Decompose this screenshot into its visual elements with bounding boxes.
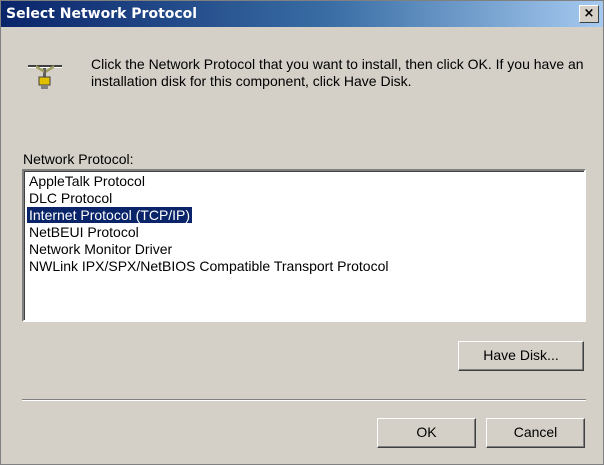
list-item[interactable]: Network Monitor Driver	[27, 241, 584, 258]
list-item-label: AppleTalk Protocol	[29, 173, 145, 189]
list-item-label: DLC Protocol	[29, 190, 113, 206]
select-network-protocol-dialog: Select Network Protocol × Click the Netw…	[0, 0, 604, 465]
list-item-label: Network Monitor Driver	[29, 241, 173, 257]
instruction-text: Click the Network Protocol that you want…	[91, 56, 584, 89]
title-bar[interactable]: Select Network Protocol ×	[1, 1, 603, 27]
list-item[interactable]: NWLink IPX/SPX/NetBIOS Compatible Transp…	[27, 258, 584, 275]
have-disk-button[interactable]: Have Disk...	[458, 341, 584, 371]
close-button[interactable]: ×	[579, 5, 599, 23]
window-title: Select Network Protocol	[6, 6, 198, 22]
ok-button[interactable]: OK	[377, 418, 476, 448]
list-item-label: Internet Protocol (TCP/IP)	[27, 207, 193, 223]
network-protocol-list[interactable]: AppleTalk Protocol DLC Protocol Internet P…	[22, 169, 586, 322]
network-protocol-label: Network Protocol:	[23, 151, 134, 167]
list-item-label: NWLink IPX/SPX/NetBIOS Compatible Transp…	[29, 258, 389, 274]
list-item[interactable]: Internet Protocol (TCP/IP)	[27, 207, 584, 224]
separator	[22, 399, 586, 401]
network-protocol-icon	[28, 65, 62, 89]
list-item[interactable]: DLC Protocol	[27, 190, 584, 207]
list-item[interactable]: NetBEUI Protocol	[27, 224, 584, 241]
list-item-label: NetBEUI Protocol	[29, 224, 139, 240]
list-item[interactable]: AppleTalk Protocol	[27, 173, 584, 190]
cancel-button[interactable]: Cancel	[486, 418, 585, 448]
